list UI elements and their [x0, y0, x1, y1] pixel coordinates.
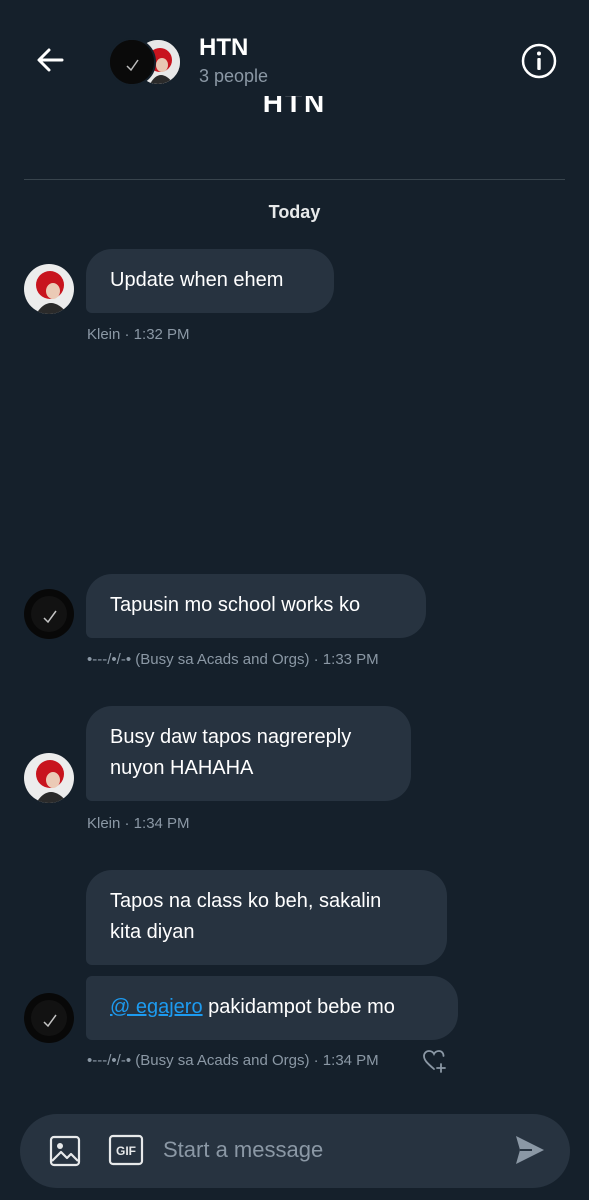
member-avatar-dark [108, 38, 156, 86]
add-image-button[interactable] [48, 1134, 82, 1168]
send-button[interactable] [510, 1131, 548, 1169]
message-meta: •---/•/-• (Busy sa Acads and Orgs) · 1:3… [87, 651, 379, 668]
message-bubble[interactable]: Busy daw tapos nagrereply nuyon HAHAHA [86, 706, 411, 801]
info-icon [521, 43, 557, 79]
divider [24, 179, 565, 180]
message-text-line: kita diyan [110, 921, 195, 943]
message-text: Tapusin mo school works ko [110, 594, 361, 616]
avatar-klein[interactable] [24, 264, 74, 314]
message-bubble[interactable]: @ egajero pakidampot bebe mo [86, 976, 458, 1040]
svg-text:GIF: GIF [116, 1144, 136, 1158]
user-mention-link[interactable]: @ egajero [110, 996, 203, 1018]
back-button[interactable] [30, 42, 70, 78]
message-text-line: nuyon HAHAHA [110, 757, 254, 779]
message-input[interactable]: Start a message [163, 1137, 323, 1163]
image-icon [49, 1135, 81, 1167]
scrolled-group-name: HTN [262, 96, 327, 118]
avatar-dark[interactable] [24, 993, 74, 1043]
add-gif-button[interactable]: GIF [108, 1133, 144, 1167]
group-avatar[interactable] [108, 38, 182, 86]
react-button[interactable] [421, 1046, 449, 1074]
message-bubble[interactable]: Tapusin mo school works ko [86, 574, 426, 638]
send-icon [516, 1136, 544, 1164]
arrow-left-icon [37, 48, 64, 72]
message-meta: Klein · 1:34 PM [87, 815, 190, 832]
avatar-dark[interactable] [24, 589, 74, 639]
message-text-line: Busy daw tapos nagrereply [110, 726, 352, 748]
message-text: pakidampot bebe mo [202, 996, 395, 1018]
participant-count: 3 people [199, 66, 269, 86]
heart-plus-icon [423, 1050, 446, 1073]
message-text: Update when ehem [110, 269, 284, 291]
message-bubble[interactable]: Update when ehem [86, 249, 334, 313]
info-button[interactable] [520, 42, 558, 80]
gif-icon: GIF [108, 1134, 144, 1166]
date-separator: Today [268, 202, 321, 222]
message-meta: Klein · 1:32 PM [87, 326, 190, 343]
message-bubble[interactable]: Tapos na class ko beh, sakalin kita diya… [86, 870, 447, 965]
conversation-title: HTN [199, 34, 249, 61]
message-text-line: Tapos na class ko beh, sakalin [110, 890, 382, 912]
avatar-klein[interactable] [24, 753, 74, 803]
message-meta: •---/•/-• (Busy sa Acads and Orgs) · 1:3… [87, 1052, 379, 1069]
